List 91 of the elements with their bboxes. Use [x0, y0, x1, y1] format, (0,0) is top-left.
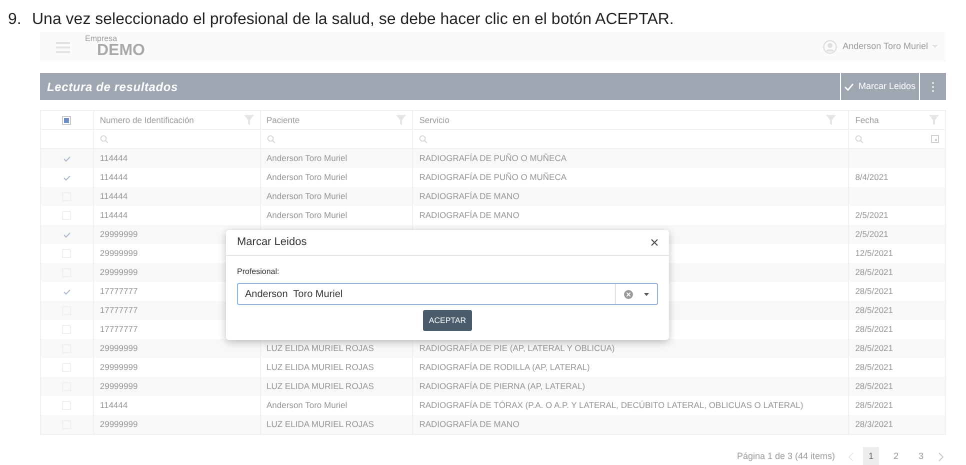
column-header[interactable]: Servicio — [419, 114, 826, 126]
table-cell: Anderson Toro Muriel — [266, 209, 348, 222]
table-cell: 17777777 — [100, 285, 138, 298]
clear-icon[interactable] — [624, 290, 633, 298]
table-cell: RADIOGRAFÍA DE PIERNA (AP, LATERAL) — [419, 380, 586, 393]
page-summary: Página 1 de 3 (44 items) — [736, 450, 835, 464]
check-icon — [62, 174, 71, 180]
table-cell: 2/5/2021 — [855, 209, 888, 222]
table-cell: 28/5/2021 — [855, 266, 894, 279]
row-checkbox[interactable] — [62, 154, 72, 163]
table-cell: 28/3/2021 — [855, 418, 894, 431]
page-button[interactable]: 2 — [888, 447, 904, 465]
search-icon — [419, 135, 428, 143]
check-icon — [844, 82, 854, 90]
table-cell: 12/5/2021 — [855, 247, 894, 260]
search-icon — [100, 135, 108, 143]
more-button[interactable] — [920, 73, 946, 100]
table-cell: RADIOGRAFÍA DE RODILLA (AP, LATERAL) — [419, 361, 590, 374]
table-cell: 29999999 — [100, 342, 138, 355]
page-button[interactable]: 1 — [863, 447, 879, 465]
dialog-title: Marcar Leidos — [237, 235, 308, 250]
table-cell: LUZ ELIDA MURIEL ROJAS — [266, 361, 374, 374]
table-cell: RADIOGRAFÍA DE MANO — [419, 418, 520, 431]
company-label: Empresa — [85, 35, 118, 43]
table-cell: 114444 — [100, 399, 128, 412]
close-icon[interactable] — [651, 239, 658, 246]
table-cell: 29999999 — [100, 380, 138, 393]
table-cell: Anderson Toro Muriel — [266, 152, 348, 165]
table-cell: RADIOGRAFÍA DE MANO — [419, 190, 520, 203]
row-checkbox[interactable] — [62, 230, 72, 239]
check-icon — [62, 156, 71, 162]
table-cell: Anderson Toro Muriel — [266, 171, 348, 184]
table-cell: 114444 — [100, 190, 128, 203]
step-number: 9. — [7, 10, 22, 30]
company-name: DEMO — [97, 43, 145, 59]
field-label: Profesional: — [237, 266, 280, 278]
table-cell: RADIOGRAFÍA DE MANO — [419, 209, 520, 222]
table-cell: 28/5/2021 — [855, 323, 894, 336]
table-cell: RADIOGRAFÍA DE PUÑO O MUÑECA — [419, 152, 567, 165]
filter-icon[interactable] — [928, 115, 939, 125]
table-cell: RADIOGRAFÍA DE TÓRAX (P.A. O A.P. Y LATERAL, DECÚBITO LATERAL, OBLICUAS O LATERAL) — [419, 399, 804, 412]
caret-icon[interactable] — [644, 292, 649, 296]
table-cell: LUZ ELIDA MURIEL ROJAS — [266, 418, 374, 431]
table-cell: 17777777 — [100, 304, 138, 317]
table-cell: 29999999 — [100, 266, 138, 279]
row-checkbox[interactable] — [62, 287, 72, 296]
select-all-checkbox[interactable] — [62, 116, 72, 124]
check-icon — [62, 288, 71, 294]
table-cell: 28/5/2021 — [855, 361, 894, 374]
table-cell: 114444 — [100, 152, 128, 165]
table-cell: 114444 — [100, 171, 128, 184]
instruction-text: Una vez seleccionado el profesional de la salud, se debe hacer clic en el botón ACEPTAR. — [32, 10, 674, 30]
table-cell: 114444 — [100, 209, 128, 222]
menu-icon[interactable] — [56, 42, 70, 52]
table-cell: 8/4/2021 — [855, 171, 888, 184]
search-icon — [855, 135, 864, 143]
search-icon — [266, 135, 275, 143]
table-cell: 29999999 — [100, 247, 138, 260]
table-cell: Anderson Toro Muriel — [266, 399, 348, 412]
filter-icon[interactable] — [826, 115, 836, 125]
row-checkbox[interactable] — [62, 173, 72, 182]
check-icon — [62, 232, 71, 238]
table-cell: 28/5/2021 — [855, 304, 894, 317]
next-icon[interactable] — [938, 452, 944, 462]
table-cell: LUZ ELIDA MURIEL ROJAS — [266, 380, 374, 393]
user-avatar-icon[interactable] — [822, 40, 837, 54]
calendar-icon[interactable] — [930, 135, 939, 143]
table-cell: 28/5/2021 — [855, 285, 894, 298]
accept-button[interactable]: ACEPTAR — [422, 310, 472, 331]
professional-select[interactable]: Anderson Toro Muriel — [237, 283, 658, 305]
column-header[interactable]: Paciente — [266, 114, 396, 126]
table-cell: Anderson Toro Muriel — [266, 190, 348, 203]
table-cell: LUZ ELIDA MURIEL ROJAS — [266, 342, 374, 355]
toolbar-title: Lectura de resultados — [40, 73, 840, 100]
table-cell: 28/5/2021 — [855, 399, 894, 412]
table-cell: 28/5/2021 — [855, 342, 894, 355]
filter-icon[interactable] — [396, 115, 406, 125]
table-cell: 29999999 — [100, 228, 138, 241]
user-menu[interactable]: Anderson Toro Muriel — [842, 40, 928, 54]
table-cell: 28/5/2021 — [855, 380, 894, 393]
column-header[interactable]: Fecha — [855, 114, 929, 126]
page-button[interactable]: 3 — [913, 447, 929, 465]
table-cell: 29999999 — [100, 361, 138, 374]
table-cell: RADIOGRAFÍA DE PIE (AP, LATERAL Y OBLICUA) — [419, 342, 615, 355]
table-cell: 2/5/2021 — [855, 228, 888, 241]
table-cell: 29999999 — [100, 418, 138, 431]
column-header[interactable]: Numero de Identificación — [100, 114, 244, 126]
mark-read-button[interactable]: Marcar Leidos — [841, 73, 919, 100]
filter-icon[interactable] — [244, 115, 254, 125]
table-cell: RADIOGRAFÍA DE PUÑO O MUÑECA — [419, 171, 567, 184]
table-cell: 17777777 — [100, 323, 138, 336]
